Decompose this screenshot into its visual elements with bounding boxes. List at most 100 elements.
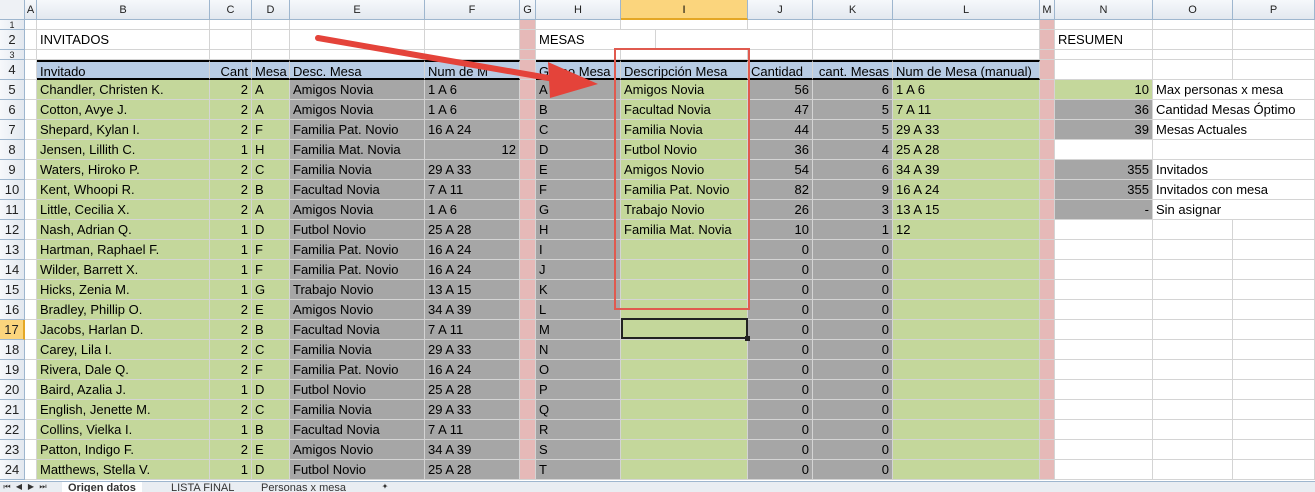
guest-count[interactable]: 1	[210, 260, 252, 280]
column-header-b[interactable]: B	[37, 0, 210, 20]
guest-name[interactable]: Matthews, Stella V.	[37, 460, 210, 480]
guest-count[interactable]: 2	[210, 180, 252, 200]
cell-a19[interactable]	[25, 360, 37, 380]
row-header-21[interactable]: 21	[0, 400, 25, 420]
group-description[interactable]: Familia Pat. Novio	[621, 180, 748, 200]
table-number[interactable]: 25 A 28	[425, 380, 520, 400]
table-description[interactable]: Familia Pat. Novio	[290, 260, 425, 280]
manual-table-number[interactable]	[893, 320, 1040, 340]
summary-label[interactable]	[1153, 220, 1233, 240]
group-letter[interactable]: N	[536, 340, 621, 360]
cell-p17[interactable]	[1233, 320, 1315, 340]
group-quantity[interactable]: 0	[748, 320, 813, 340]
manual-table-number[interactable]	[893, 360, 1040, 380]
group-letter[interactable]: I	[536, 240, 621, 260]
table-description[interactable]: Facultad Novia	[290, 420, 425, 440]
row-header-19[interactable]: 19	[0, 360, 25, 380]
table-description[interactable]: Facultad Novia	[290, 180, 425, 200]
cell-a20[interactable]	[25, 380, 37, 400]
guest-count[interactable]: 2	[210, 120, 252, 140]
group-letter[interactable]: C	[536, 120, 621, 140]
guest-name[interactable]: Bradley, Phillip O.	[37, 300, 210, 320]
table-description[interactable]: Amigos Novia	[290, 200, 425, 220]
cell-c1[interactable]	[210, 20, 252, 30]
column-header-g[interactable]: G	[520, 0, 536, 20]
group-letter[interactable]: L	[536, 300, 621, 320]
manual-table-number[interactable]	[893, 460, 1040, 480]
cell-p19[interactable]	[1233, 360, 1315, 380]
group-letter[interactable]: B	[536, 100, 621, 120]
group-quantity[interactable]: 47	[748, 100, 813, 120]
cell-a9[interactable]	[25, 160, 37, 180]
group-quantity[interactable]: 0	[748, 360, 813, 380]
group-table-count[interactable]: 0	[813, 320, 893, 340]
guest-table-group[interactable]: B	[252, 420, 290, 440]
group-letter[interactable]: G	[536, 200, 621, 220]
table-number[interactable]: 13 A 15	[425, 280, 520, 300]
cell-p16[interactable]	[1233, 300, 1315, 320]
summary-label[interactable]	[1153, 380, 1233, 400]
manual-table-number[interactable]: 34 A 39	[893, 160, 1040, 180]
manual-table-number[interactable]	[893, 400, 1040, 420]
group-table-count[interactable]: 4	[813, 140, 893, 160]
summary-label[interactable]	[1153, 440, 1233, 460]
row-header-14[interactable]: 14	[0, 260, 25, 280]
column-header-e[interactable]: E	[290, 0, 425, 20]
group-description[interactable]	[621, 440, 748, 460]
row-header-18[interactable]: 18	[0, 340, 25, 360]
group-table-count[interactable]: 9	[813, 180, 893, 200]
group-description[interactable]	[621, 340, 748, 360]
group-letter[interactable]: E	[536, 160, 621, 180]
table-description[interactable]: Futbol Novio	[290, 380, 425, 400]
summary-value[interactable]	[1055, 340, 1153, 360]
cell-p3[interactable]	[1233, 50, 1315, 60]
cell-p18[interactable]	[1233, 340, 1315, 360]
group-letter[interactable]: R	[536, 420, 621, 440]
cell-p15[interactable]	[1233, 280, 1315, 300]
group-quantity[interactable]: 0	[748, 460, 813, 480]
table-number[interactable]: 7 A 11	[425, 180, 520, 200]
header-cant[interactable]: Cant	[210, 60, 252, 80]
table-number[interactable]: 34 A 39	[425, 440, 520, 460]
guest-name[interactable]: Jensen, Lillith C.	[37, 140, 210, 160]
guest-table-group[interactable]: D	[252, 220, 290, 240]
guest-count[interactable]: 2	[210, 440, 252, 460]
group-letter[interactable]: D	[536, 140, 621, 160]
cell-p24[interactable]	[1233, 460, 1315, 480]
group-quantity[interactable]: 54	[748, 160, 813, 180]
guest-count[interactable]: 2	[210, 400, 252, 420]
guest-count[interactable]: 1	[210, 460, 252, 480]
guest-count[interactable]: 1	[210, 380, 252, 400]
cell-j1[interactable]	[748, 20, 813, 30]
group-table-count[interactable]: 6	[813, 80, 893, 100]
cell-e2[interactable]	[290, 30, 425, 50]
guest-table-group[interactable]: B	[252, 320, 290, 340]
table-description[interactable]: Amigos Novia	[290, 80, 425, 100]
row-header-13[interactable]: 13	[0, 240, 25, 260]
cell-p1[interactable]	[1233, 20, 1315, 30]
cell-o1[interactable]	[1153, 20, 1233, 30]
row-header-10[interactable]: 10	[0, 180, 25, 200]
manual-table-number[interactable]: 12	[893, 220, 1040, 240]
guest-name[interactable]: Nash, Adrian Q.	[37, 220, 210, 240]
row-header-23[interactable]: 23	[0, 440, 25, 460]
column-header-c[interactable]: C	[210, 0, 252, 20]
cell-k2[interactable]	[813, 30, 893, 50]
group-quantity[interactable]: 0	[748, 280, 813, 300]
row-header-2[interactable]: 2	[0, 30, 25, 50]
row-header-5[interactable]: 5	[0, 80, 25, 100]
summary-label[interactable]	[1153, 400, 1233, 420]
column-header-o[interactable]: O	[1153, 0, 1233, 20]
guest-name[interactable]: Little, Cecilia X.	[37, 200, 210, 220]
guest-name[interactable]: Wilder, Barrett X.	[37, 260, 210, 280]
cell-p22[interactable]	[1233, 420, 1315, 440]
header-mesa[interactable]: Mesa	[252, 60, 290, 80]
manual-table-number[interactable]	[893, 380, 1040, 400]
guest-name[interactable]: Carey, Lila I.	[37, 340, 210, 360]
guest-name[interactable]: English, Jenette M.	[37, 400, 210, 420]
group-letter[interactable]: S	[536, 440, 621, 460]
manual-table-number[interactable]	[893, 440, 1040, 460]
summary-value[interactable]: 10	[1055, 80, 1153, 100]
table-description[interactable]: Amigos Novio	[290, 440, 425, 460]
summary-value[interactable]	[1055, 240, 1153, 260]
